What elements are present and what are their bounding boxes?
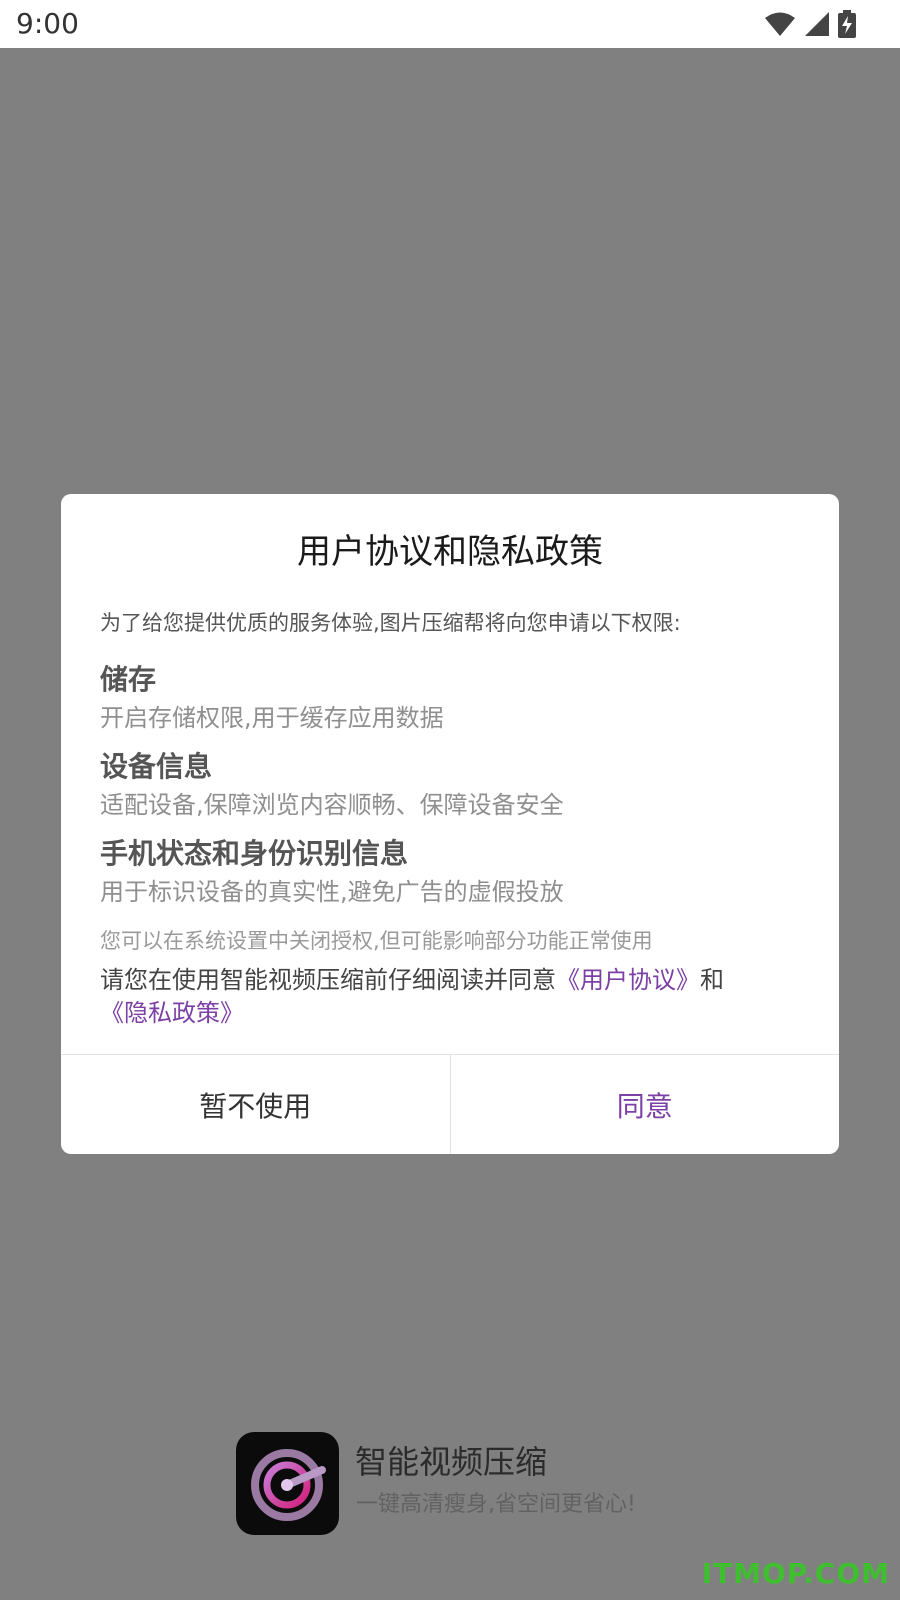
consent-and: 和 (700, 966, 724, 994)
permission-desc-device-info: 适配设备,保障浏览内容顺畅、保障设备安全 (100, 791, 564, 819)
decline-button[interactable]: 暂不使用 (61, 1055, 451, 1154)
privacy-dialog: 用户协议和隐私政策 为了给您提供优质的服务体验,图片压缩帮将向您申请以下权限: … (61, 494, 839, 1154)
permission-title-phone-state: 手机状态和身份识别信息 (100, 837, 409, 870)
permission-title-storage: 储存 (100, 663, 157, 696)
app-name: 智能视频压缩 (355, 1443, 548, 1481)
consent-prefix: 请您在使用智能视频压缩前仔细阅读并同意 (100, 966, 556, 994)
status-bar: 9:00 (0, 0, 900, 48)
app-logo-icon (236, 1432, 339, 1535)
consent-text: 请您在使用智能视频压缩前仔细阅读并同意《用户协议》和《隐私政策》 (100, 964, 800, 1030)
watermark-logo: ITMOP.COM (701, 1557, 890, 1590)
user-agreement-link[interactable]: 《用户协议》 (556, 966, 700, 994)
status-icons (764, 9, 856, 39)
battery-charging-icon (838, 10, 856, 38)
permission-desc-phone-state: 用于标识设备的真实性,避免广告的虚假投放 (100, 878, 564, 906)
permission-note: 您可以在系统设置中关闭授权,但可能影响部分功能正常使用 (100, 929, 653, 953)
cell-signal-icon (805, 12, 829, 36)
permission-desc-storage: 开启存储权限,用于缓存应用数据 (100, 704, 444, 732)
privacy-policy-link[interactable]: 《隐私政策》 (100, 999, 244, 1027)
permission-title-device-info: 设备信息 (100, 750, 213, 783)
dialog-intro: 为了给您提供优质的服务体验,图片压缩帮将向您申请以下权限: (100, 611, 681, 635)
wifi-icon (765, 12, 795, 36)
dialog-button-row: 暂不使用 同意 (61, 1054, 839, 1154)
app-slogan: 一键高清瘦身,省空间更省心! (356, 1492, 636, 1517)
dialog-title: 用户协议和隐私政策 (297, 532, 603, 572)
agree-button[interactable]: 同意 (451, 1055, 840, 1154)
status-time: 9:00 (16, 7, 79, 40)
